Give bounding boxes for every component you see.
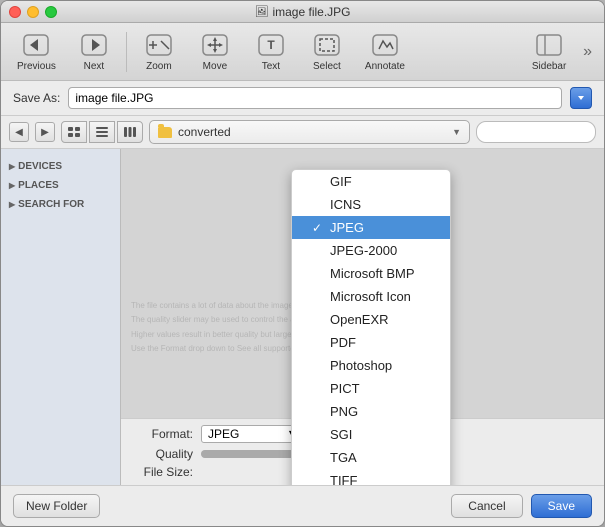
folder-selector[interactable]: converted ▼ <box>149 120 470 144</box>
zoom-button[interactable]: Zoom <box>133 28 185 75</box>
dropdown-item-photoshop[interactable]: Photoshop <box>292 354 450 377</box>
sidebar-item-search[interactable]: ▶ SEARCH FOR <box>1 195 120 214</box>
select-icon <box>311 31 343 59</box>
dropdown-item-icns[interactable]: ICNS <box>292 193 450 216</box>
dropdown-item-gif[interactable]: GIF <box>292 170 450 193</box>
action-bar: New Folder Cancel Save <box>1 485 604 526</box>
quality-label: Quality <box>133 447 193 461</box>
window-controls <box>9 6 57 18</box>
zoom-icon <box>143 31 175 59</box>
places-triangle-icon: ▶ <box>9 181 15 190</box>
dropdown-item-msft-bmp[interactable]: Microsoft BMP <box>292 262 450 285</box>
window-title: 🖼 image file.JPG <box>255 5 351 19</box>
icon-view-button[interactable] <box>61 121 87 143</box>
format-dropdown-menu: GIF ICNS ✓ JPEG JPEG-2000 Microsoft BMP <box>291 169 451 485</box>
dropdown-item-png[interactable]: PNG <box>292 400 450 423</box>
saveas-location-button[interactable] <box>570 87 592 109</box>
minimize-button[interactable] <box>27 6 39 18</box>
move-icon <box>199 31 231 59</box>
next-button[interactable]: Next <box>68 28 120 75</box>
filesize-label: File Size: <box>133 465 193 479</box>
view-buttons <box>61 121 143 143</box>
search-input[interactable] <box>476 121 596 143</box>
annotate-icon <box>369 31 401 59</box>
sidebar-button[interactable]: Sidebar <box>523 28 575 75</box>
search-triangle-icon: ▶ <box>9 200 15 209</box>
toolbar: Previous Next Zoom <box>1 23 604 81</box>
sidebar-item-devices[interactable]: ▶ DEVICES <box>1 157 120 176</box>
select-button[interactable]: Select <box>301 28 353 75</box>
cancel-button[interactable]: Cancel <box>451 494 522 518</box>
format-dropdown[interactable]: JPEG ▼ <box>201 425 301 443</box>
dropdown-item-openexr[interactable]: OpenEXR <box>292 308 450 331</box>
dropdown-item-msft-icon[interactable]: Microsoft Icon <box>292 285 450 308</box>
file-content-text <box>121 149 604 169</box>
main-content-area: ▶ DEVICES ▶ PLACES ▶ SEARCH FOR Format: <box>1 149 604 485</box>
file-area: Format: JPEG ▼ Quality est File Size: <box>121 149 604 485</box>
saveas-label: Save As: <box>13 91 60 105</box>
sidebar-item-places[interactable]: ▶ PLACES <box>1 176 120 195</box>
new-folder-button[interactable]: New Folder <box>13 494 100 518</box>
saveas-bar: Save As: <box>1 81 604 116</box>
filename-input[interactable] <box>68 87 562 109</box>
dialog-buttons: Cancel Save <box>451 494 592 518</box>
folder-dropdown-icon: ▼ <box>452 127 461 137</box>
main-window: 🖼 image file.JPG Previous Next <box>0 0 605 527</box>
previous-icon <box>20 31 52 59</box>
move-button[interactable]: Move <box>189 28 241 75</box>
column-view-button[interactable] <box>117 121 143 143</box>
format-label: Format: <box>133 427 193 441</box>
back-arrow-button[interactable]: ◀ <box>9 122 29 142</box>
maximize-button[interactable] <box>45 6 57 18</box>
text-icon: T <box>255 31 287 59</box>
dropdown-item-tiff[interactable]: TIFF <box>292 469 450 485</box>
devices-triangle-icon: ▶ <box>9 162 15 171</box>
document-icon: 🖼 <box>255 5 269 18</box>
sidebar: ▶ DEVICES ▶ PLACES ▶ SEARCH FOR <box>1 149 121 485</box>
list-view-button[interactable] <box>89 121 115 143</box>
navigation-bar: ◀ ▶ <box>1 116 604 149</box>
save-button[interactable]: Save <box>531 494 592 518</box>
toolbar-separator-1 <box>126 32 127 72</box>
quality-slider-fill <box>201 450 297 458</box>
annotate-button[interactable]: Annotate <box>357 28 413 75</box>
svg-text:T: T <box>267 38 275 52</box>
toolbar-expand-button[interactable]: » <box>579 39 596 65</box>
check-icon-jpeg: ✓ <box>312 221 326 235</box>
forward-arrow-button[interactable]: ▶ <box>35 122 55 142</box>
dropdown-item-jpeg2000[interactable]: JPEG-2000 <box>292 239 450 262</box>
format-value: JPEG <box>208 427 239 441</box>
dropdown-item-jpeg[interactable]: ✓ JPEG <box>292 216 450 239</box>
next-icon <box>78 31 110 59</box>
folder-icon <box>158 127 172 138</box>
dropdown-item-pict[interactable]: PICT <box>292 377 450 400</box>
previous-button[interactable]: Previous <box>9 28 64 75</box>
dropdown-item-sgi[interactable]: SGI <box>292 423 450 446</box>
dropdown-item-pdf[interactable]: PDF <box>292 331 450 354</box>
close-button[interactable] <box>9 6 21 18</box>
sidebar-icon <box>533 31 565 59</box>
dropdown-item-tga[interactable]: TGA <box>292 446 450 469</box>
text-button[interactable]: T Text <box>245 28 297 75</box>
titlebar: 🖼 image file.JPG <box>1 1 604 23</box>
